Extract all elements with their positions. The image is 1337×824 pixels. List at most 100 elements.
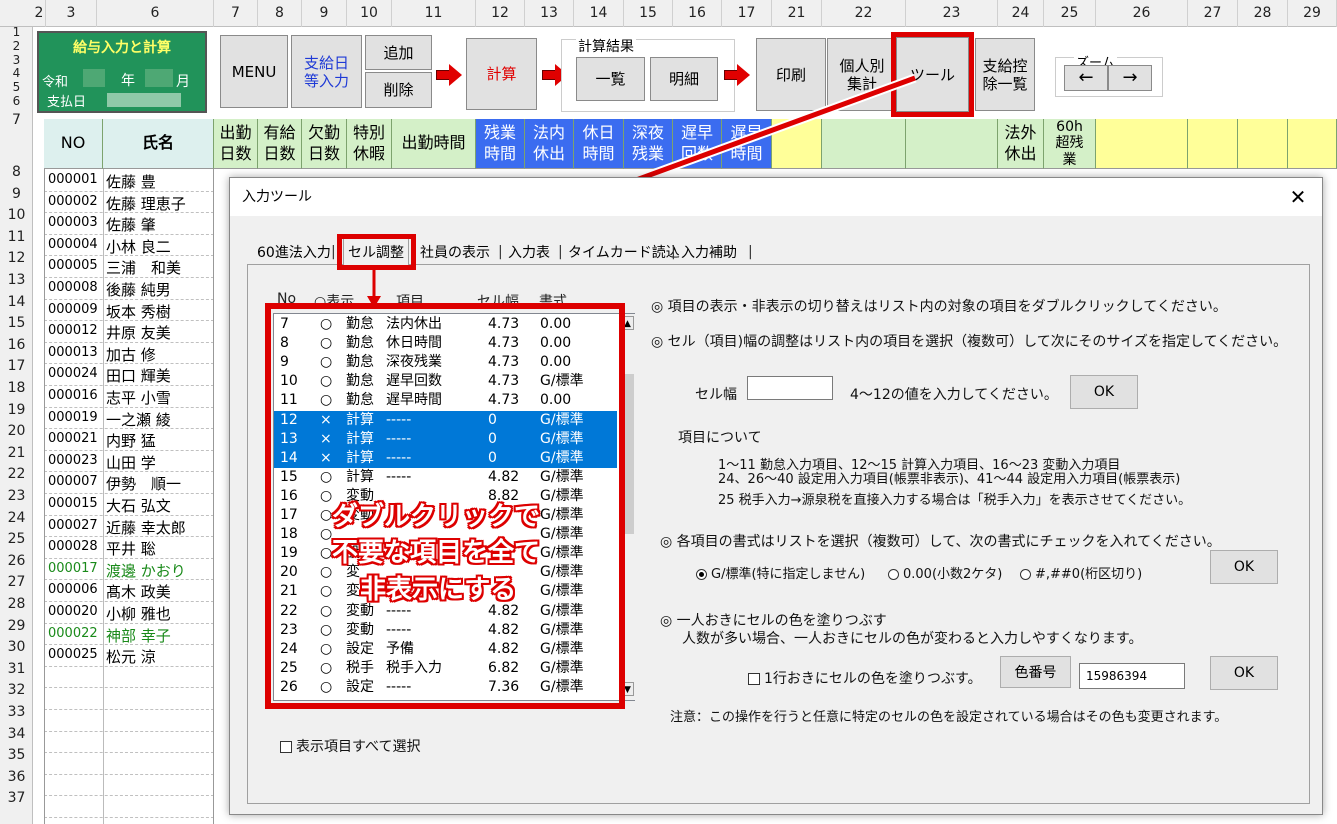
tab-employee-display[interactable]: 社員の表示 (420, 242, 490, 264)
row-header-10[interactable]: 10 (0, 207, 33, 223)
row-header-20[interactable]: 20 (0, 423, 33, 439)
checkbox-icon[interactable] (748, 673, 760, 685)
table-row[interactable]: 000023 山田 学 (44, 451, 214, 473)
format-comma-option[interactable]: #,##0(桁区切り) (1020, 563, 1142, 582)
table-row[interactable]: 000017 渡邊 かおり (44, 559, 214, 581)
radio-selected-icon[interactable] (696, 569, 707, 580)
table-row[interactable]: 000027 近藤 幸太郎 (44, 516, 214, 538)
row-header-29[interactable]: 29 (0, 618, 33, 634)
row-header-25[interactable]: 25 (0, 531, 33, 547)
empty-row[interactable] (44, 710, 214, 732)
column-header-3[interactable]: 3 (46, 0, 97, 27)
table-row[interactable]: 000015 大石 弘文 (44, 494, 214, 516)
column-header-22[interactable]: 22 (822, 0, 906, 27)
row-header-2[interactable]: 2 (0, 39, 33, 53)
column-header-26[interactable]: 26 (1096, 0, 1188, 27)
column-header-14[interactable]: 14 (574, 0, 624, 27)
menu-button[interactable]: MENU (220, 35, 288, 108)
tab-60-base-input[interactable]: 60進法入力 (257, 242, 331, 264)
pay-date-field[interactable] (107, 93, 181, 107)
empty-row[interactable] (44, 732, 214, 754)
table-row[interactable]: 000021 内野 猛 (44, 429, 214, 451)
tab-input-table[interactable]: 入力表 (508, 242, 550, 264)
row-header-11[interactable]: 11 (0, 229, 33, 245)
color-number-button[interactable]: 色番号 (1000, 656, 1071, 688)
table-row[interactable]: 000004 小林 良二 (44, 235, 214, 257)
column-header-12[interactable]: 12 (476, 0, 525, 27)
deduction-list-button[interactable]: 支給控 除一覧 (975, 38, 1035, 111)
table-row[interactable]: 000025 松元 涼 (44, 645, 214, 667)
row-header-34[interactable]: 34 (0, 726, 33, 742)
row-header-15[interactable]: 15 (0, 315, 33, 331)
row-header-1[interactable]: 1 (0, 25, 33, 39)
table-row[interactable]: 000012 井原 友美 (44, 321, 214, 343)
row-header-13[interactable]: 13 (0, 272, 33, 288)
tab-timecard-import[interactable]: タイムカード読込 (568, 242, 680, 264)
table-row[interactable]: 000009 坂本 秀樹 (44, 300, 214, 322)
table-row[interactable]: 000019 一之瀬 綾 (44, 408, 214, 430)
row-header-3[interactable]: 3 (0, 53, 33, 67)
column-header-11[interactable]: 11 (392, 0, 476, 27)
row-header-33[interactable]: 33 (0, 704, 33, 720)
format-ok-button[interactable]: OK (1210, 550, 1278, 584)
column-header-25[interactable]: 25 (1044, 0, 1096, 27)
row-header-32[interactable]: 32 (0, 682, 33, 698)
row-header-30[interactable]: 30 (0, 639, 33, 655)
format-general-option[interactable]: G/標準(特に指定しません) (696, 563, 865, 582)
column-header-6[interactable]: 6 (97, 0, 214, 27)
table-row[interactable]: 000028 平井 聡 (44, 537, 214, 559)
column-header-17[interactable]: 17 (722, 0, 772, 27)
row-header-22[interactable]: 22 (0, 466, 33, 482)
row-header-5[interactable]: 5 (0, 80, 33, 94)
zoom-in-button[interactable]: → (1108, 65, 1152, 91)
radio-icon[interactable] (1020, 569, 1031, 580)
row-header-23[interactable]: 23 (0, 488, 33, 504)
table-row[interactable]: 000008 後藤 純男 (44, 278, 214, 300)
row-header-37[interactable]: 37 (0, 790, 33, 806)
column-header-28[interactable]: 28 (1238, 0, 1288, 27)
color-ok-button[interactable]: OK (1210, 656, 1278, 690)
zoom-out-button[interactable]: ← (1064, 65, 1108, 91)
month-field[interactable] (145, 69, 173, 87)
table-row[interactable]: 000006 髙木 政美 (44, 580, 214, 602)
select-all-checkbox[interactable]: 表示項目すべて選択 (280, 736, 420, 756)
format-decimal-option[interactable]: 0.00(小数2ケタ) (888, 563, 1002, 582)
column-header-15[interactable]: 15 (624, 0, 673, 27)
row-header-18[interactable]: 18 (0, 380, 33, 396)
empty-row[interactable] (44, 688, 214, 710)
column-header-13[interactable]: 13 (525, 0, 574, 27)
row-header-35[interactable]: 35 (0, 747, 33, 763)
table-row[interactable]: 000001 佐藤 豊 (44, 170, 214, 192)
column-header-8[interactable]: 8 (258, 0, 302, 27)
column-header-7[interactable]: 7 (214, 0, 258, 27)
table-row[interactable]: 000013 加古 修 (44, 343, 214, 365)
empty-row[interactable] (44, 667, 214, 689)
column-header-9[interactable]: 9 (302, 0, 347, 27)
column-header-21[interactable]: 21 (772, 0, 822, 27)
row-header-9[interactable]: 9 (0, 186, 33, 202)
row-header-28[interactable]: 28 (0, 596, 33, 612)
checkbox-icon[interactable] (280, 741, 292, 753)
row-header-21[interactable]: 21 (0, 445, 33, 461)
tab-input-assist[interactable]: 入力補助 (681, 242, 737, 264)
column-header-23[interactable]: 23 (906, 0, 998, 27)
width-ok-button[interactable]: OK (1070, 375, 1138, 409)
column-header-24[interactable]: 24 (998, 0, 1044, 27)
table-row[interactable]: 000020 小柳 雅也 (44, 602, 214, 624)
row-header-19[interactable]: 19 (0, 402, 33, 418)
row-header-16[interactable]: 16 (0, 337, 33, 353)
column-header-2[interactable]: 2 (33, 0, 46, 27)
row-header-14[interactable]: 14 (0, 294, 33, 310)
table-row[interactable]: 000007 伊勢 順一 (44, 472, 214, 494)
era-year-field[interactable] (83, 69, 105, 87)
table-row[interactable]: 000002 佐藤 理恵子 (44, 192, 214, 214)
empty-row[interactable] (44, 753, 214, 775)
row-header-31[interactable]: 31 (0, 661, 33, 677)
cell-width-input[interactable] (747, 376, 833, 400)
table-row[interactable]: 000016 志平 小雪 (44, 386, 214, 408)
row-header-7[interactable]: 7 (0, 112, 33, 128)
row-header-24[interactable]: 24 (0, 510, 33, 526)
row-header-8[interactable]: 8 (0, 164, 33, 180)
table-row[interactable]: 000003 佐藤 肇 (44, 213, 214, 235)
row-header-26[interactable]: 26 (0, 553, 33, 569)
